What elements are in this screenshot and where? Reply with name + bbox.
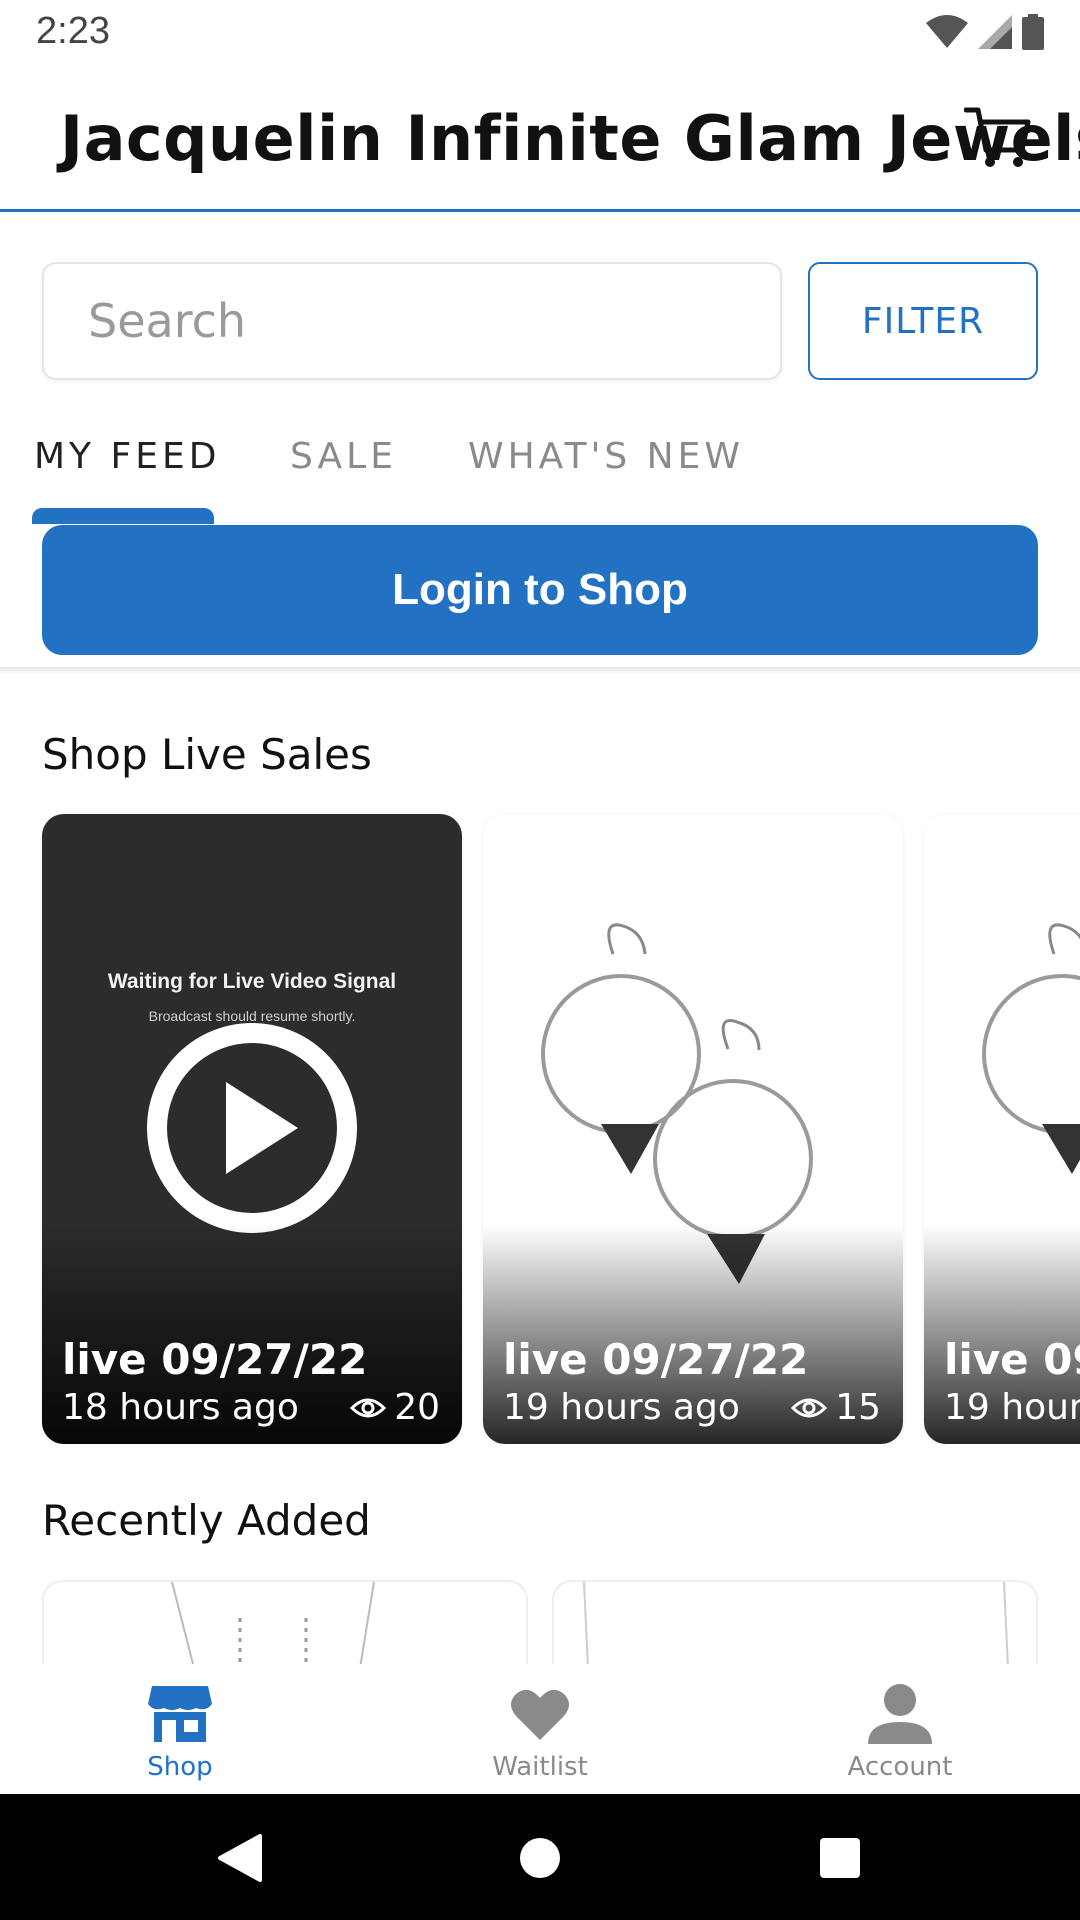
login-to-shop-button[interactable]: Login to Shop xyxy=(42,525,1038,655)
live-sale-card[interactable]: live 09/27/22 19 hours ago 15 xyxy=(483,814,903,1444)
tab-bar: MY FEED SALE WHAT'S NEW xyxy=(0,420,1080,524)
active-tab-indicator xyxy=(32,508,214,524)
nav-label: Account xyxy=(847,1752,953,1782)
recents-icon[interactable] xyxy=(814,1832,866,1884)
view-count-value: 15 xyxy=(835,1387,881,1428)
filter-button[interactable]: FILTER xyxy=(808,262,1038,380)
wifi-icon xyxy=(926,15,968,48)
recently-added-heading: Recently Added xyxy=(42,1496,371,1545)
card-time: 19 hours ago xyxy=(503,1387,740,1428)
status-time: 2:23 xyxy=(36,10,110,52)
heart-icon xyxy=(511,1689,569,1740)
nav-label: Waitlist xyxy=(492,1752,588,1782)
battery-icon xyxy=(1022,14,1044,50)
eye-icon xyxy=(350,1398,387,1417)
person-icon xyxy=(868,1684,932,1744)
cellular-signal-icon xyxy=(978,15,1012,49)
status-bar: 2:23 xyxy=(0,0,1080,66)
nav-shop[interactable]: Shop xyxy=(0,1664,360,1794)
necklace-photo xyxy=(583,1582,1009,1664)
cart-button[interactable] xyxy=(963,104,1032,172)
play-icon[interactable] xyxy=(146,1022,358,1234)
search-input[interactable] xyxy=(88,286,738,356)
home-icon[interactable] xyxy=(514,1832,566,1884)
card-time: 18 hours ago xyxy=(62,1387,299,1428)
nav-label: Shop xyxy=(147,1752,213,1782)
back-icon[interactable] xyxy=(214,1832,266,1884)
system-navigation-bar xyxy=(0,1794,1080,1920)
live-sale-card[interactable]: live 09/ 19 hours xyxy=(924,814,1080,1444)
view-count: 15 xyxy=(791,1387,881,1428)
card-title: live 09/27/22 xyxy=(503,1335,809,1384)
store-icon xyxy=(148,1686,212,1742)
card-time: 19 hours xyxy=(944,1387,1080,1428)
cart-icon xyxy=(963,107,1031,167)
app-header: Jacquelin Infinite Glam Jewels xyxy=(0,66,1080,212)
page-title: Jacquelin Infinite Glam Jewels xyxy=(60,102,1080,175)
product-card[interactable] xyxy=(552,1580,1038,1664)
search-field[interactable] xyxy=(42,262,782,380)
eye-icon xyxy=(791,1398,828,1417)
card-title: live 09/ xyxy=(944,1335,1080,1384)
view-count: 20 xyxy=(350,1387,440,1428)
divider xyxy=(0,667,1080,673)
nav-waitlist[interactable]: Waitlist xyxy=(360,1664,720,1794)
tab-sale[interactable]: SALE xyxy=(290,436,397,477)
necklace-photo xyxy=(171,1582,375,1664)
view-count-value: 20 xyxy=(394,1387,440,1428)
product-card[interactable] xyxy=(42,1580,528,1664)
live-sales-heading: Shop Live Sales xyxy=(42,730,372,779)
card-title: live 09/27/22 xyxy=(62,1335,368,1384)
live-sale-card[interactable]: Waiting for Live Video Signal Broadcast … xyxy=(42,814,462,1444)
nav-account[interactable]: Account xyxy=(720,1664,1080,1794)
live-sales-carousel[interactable]: Waiting for Live Video Signal Broadcast … xyxy=(0,812,1080,1444)
status-icons xyxy=(926,14,1044,50)
tab-whats-new[interactable]: WHAT'S NEW xyxy=(468,436,744,477)
waiting-title: Waiting for Live Video Signal xyxy=(107,970,397,993)
tab-my-feed[interactable]: MY FEED xyxy=(34,436,220,477)
bottom-navigation: Shop Waitlist Account xyxy=(0,1664,1080,1794)
recently-added-carousel[interactable] xyxy=(0,1578,1080,1664)
